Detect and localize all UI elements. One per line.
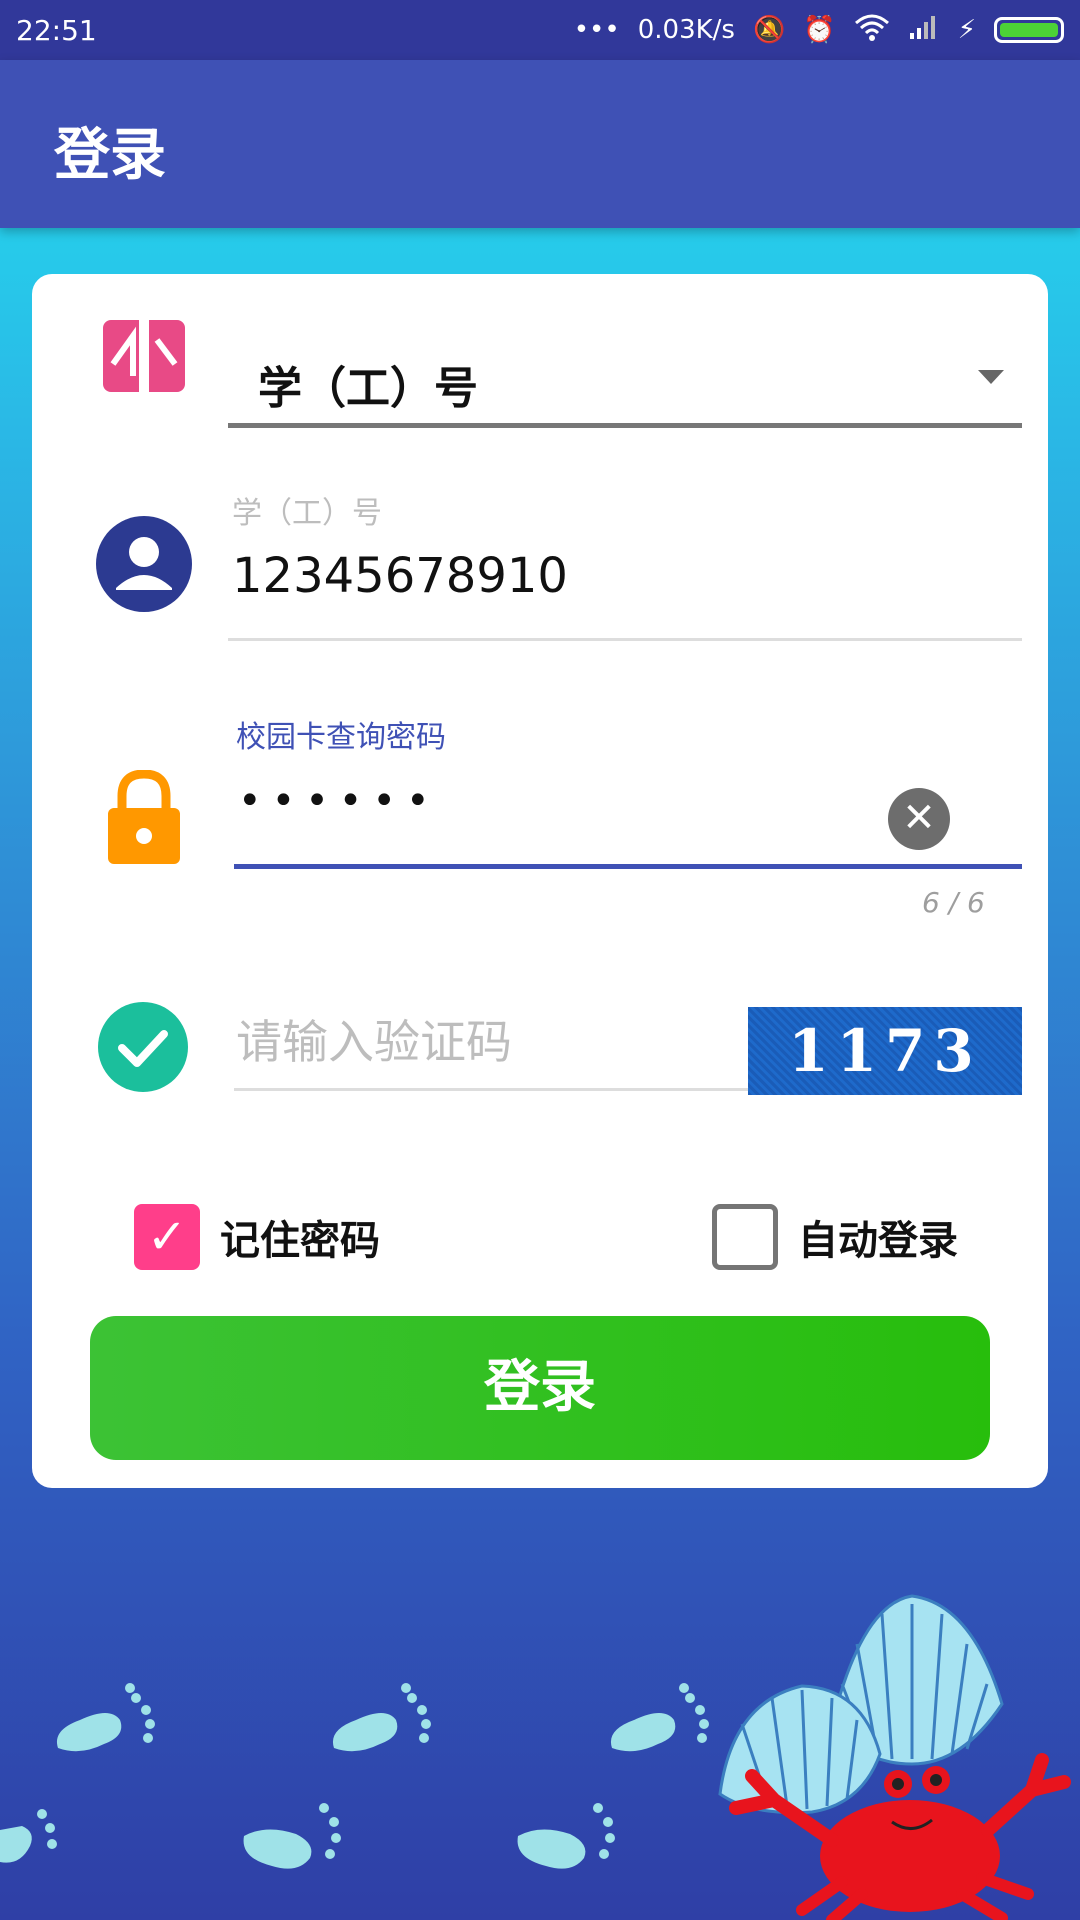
login-button[interactable]: 登录 [90, 1316, 990, 1460]
captcha-underline [234, 1088, 750, 1091]
user-type-underline [228, 423, 1022, 428]
user-type-select[interactable]: 学（工）号 [228, 330, 1022, 428]
status-bar: 22:51 ••• 0.03K/s 🔕 ⏰ ⚡ [0, 0, 1080, 60]
login-card: 学（工）号 学（工）号 12345678910 校园卡查询密码 •••••• ✕… [32, 274, 1048, 1488]
lock-icon [106, 769, 182, 870]
password-input[interactable]: •••••• [238, 778, 440, 824]
app-bar: 登录 [0, 60, 1080, 228]
checkbox-checked-icon: ✓ [134, 1204, 200, 1270]
dropdown-arrow-icon [978, 370, 1004, 384]
checkbox-unchecked-icon [712, 1204, 778, 1270]
clear-password-button[interactable]: ✕ [888, 788, 950, 850]
status-icons: ••• 0.03K/s 🔕 ⏰ ⚡ [574, 13, 1064, 48]
mute-icon: 🔕 [752, 15, 786, 45]
footprint-icon [0, 1809, 57, 1863]
close-icon: ✕ [902, 795, 936, 841]
battery-icon [994, 17, 1064, 43]
password-counter: 6 / 6 [922, 886, 985, 919]
footprint-icon [243, 1803, 341, 1869]
wifi-icon [854, 13, 890, 48]
status-time: 22:51 [16, 13, 97, 47]
charging-icon: ⚡ [957, 15, 976, 45]
auto-login-checkbox[interactable]: 自动登录 [712, 1204, 958, 1270]
person-icon [96, 516, 192, 616]
remember-password-label: 记住密码 [220, 1218, 380, 1264]
user-type-value: 学（工）号 [258, 363, 478, 414]
footprint-icon [517, 1803, 615, 1869]
account-input[interactable]: 12345678910 [232, 548, 568, 604]
alarm-icon: ⏰ [803, 15, 836, 45]
password-label: 校园卡查询密码 [236, 720, 446, 755]
network-speed: 0.03K/s [637, 15, 735, 45]
captcha-input[interactable]: 请输入验证码 [236, 1006, 512, 1072]
more-dots-icon: ••• [573, 15, 620, 45]
user-type-icon [103, 314, 185, 400]
footprint-icon [332, 1683, 431, 1752]
captcha-image[interactable]: 1173 [748, 1007, 1022, 1095]
crab-illustration [718, 1594, 1071, 1920]
page-title: 登录 [54, 123, 166, 188]
password-underline [234, 864, 1022, 869]
signal-icon [908, 13, 940, 48]
check-circle-icon [98, 1002, 188, 1096]
auto-login-label: 自动登录 [798, 1218, 958, 1264]
account-underline [228, 638, 1022, 641]
remember-password-checkbox[interactable]: ✓ 记住密码 [134, 1204, 380, 1270]
footprint-icon [610, 1683, 709, 1752]
account-label: 学（工）号 [232, 496, 382, 531]
footprint-icon [56, 1683, 155, 1752]
